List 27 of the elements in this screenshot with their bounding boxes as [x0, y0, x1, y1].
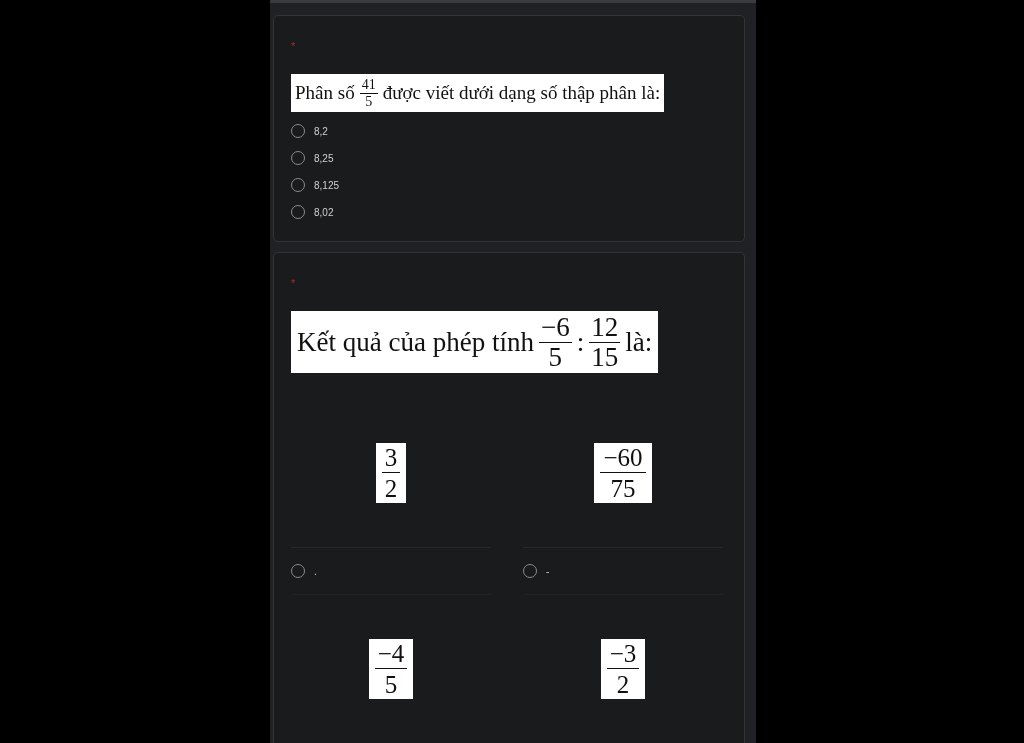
fraction-denominator: 2	[384, 474, 398, 501]
fraction-denominator: 2	[616, 670, 630, 697]
question-text: được viết dưới dạng số thập phân là:	[382, 82, 661, 104]
fraction-numerator: −60	[600, 445, 646, 473]
option-label: 8,25	[314, 152, 334, 164]
option-label: .	[314, 565, 317, 577]
question-text: Phân số	[295, 82, 355, 104]
option-label: 8,2	[314, 125, 328, 137]
question-text: là:	[625, 326, 653, 358]
option-label: -	[546, 565, 550, 577]
fraction-numerator: 12	[589, 313, 621, 343]
required-mark: *	[291, 40, 296, 52]
option-label: 8,125	[314, 179, 340, 191]
fraction-denominator: 5	[384, 670, 398, 697]
fraction-numerator: 41	[359, 77, 378, 94]
division-sign: :	[576, 326, 585, 358]
fraction-numerator: −3	[606, 641, 640, 669]
fraction-numerator: 3	[381, 445, 401, 473]
fraction-denominator: 5	[365, 93, 373, 109]
fraction-denominator: 75	[610, 474, 636, 501]
fraction-denominator: 5	[548, 342, 563, 371]
question-text: Kết quả của phép tính	[297, 326, 534, 358]
required-mark: *	[291, 277, 296, 289]
fraction-numerator: −4	[374, 641, 408, 669]
option-label: 8,02	[314, 206, 334, 218]
fraction-numerator: −6	[538, 313, 572, 343]
fraction-denominator: 15	[591, 342, 619, 371]
